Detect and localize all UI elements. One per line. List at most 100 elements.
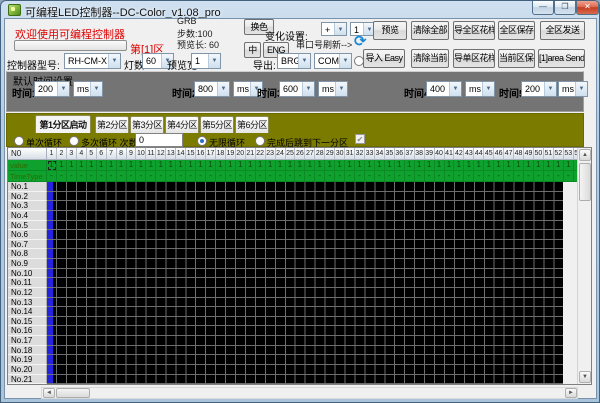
timetype-cell[interactable]: - — [444, 171, 455, 182]
export-allzone-pattern-button[interactable]: 导全区花样 — [453, 21, 495, 40]
horizontal-scroll-thumb[interactable] — [56, 388, 90, 398]
timetype-cell[interactable]: - — [126, 171, 137, 182]
timetype-cell[interactable]: - — [206, 171, 216, 182]
row-cells[interactable] — [53, 355, 563, 365]
value-cell[interactable]: 1 — [126, 160, 137, 171]
timetype-cell[interactable]: - — [325, 171, 336, 182]
time-value-select-5[interactable]: 200 ▼ — [521, 81, 557, 97]
timetype-cell[interactable]: - — [464, 171, 475, 182]
value-cell[interactable]: 1 — [136, 160, 147, 171]
row-cells[interactable] — [53, 239, 563, 250]
timetype-cell[interactable]: - — [365, 171, 375, 182]
tab-partition-3[interactable]: 第3分区 — [130, 116, 164, 133]
timetype-cell[interactable]: - — [514, 171, 524, 182]
area-send-button[interactable]: [1]area Send — [538, 49, 585, 68]
timetype-cell[interactable]: - — [96, 171, 107, 182]
value-cell[interactable]: 1 — [374, 160, 385, 171]
value-cell[interactable]: 1 — [355, 160, 365, 171]
value-cell[interactable]: 1 — [106, 160, 117, 171]
tab-partition-5[interactable]: 第5分区 — [200, 116, 234, 133]
value-cell[interactable]: 1 — [494, 160, 505, 171]
close-button[interactable]: ✕ — [576, 1, 599, 15]
row-cells[interactable] — [53, 345, 563, 356]
value-cell[interactable]: 1 — [394, 160, 405, 171]
radio-infinite[interactable] — [197, 136, 207, 146]
row-cells[interactable] — [53, 230, 563, 240]
scroll-down-icon[interactable]: ▼ — [579, 371, 591, 383]
radio-single[interactable] — [14, 136, 24, 146]
timetype-cell[interactable]: - — [434, 171, 445, 182]
value-cell[interactable]: 1 — [285, 160, 296, 171]
value-cell[interactable]: 1 — [235, 160, 246, 171]
horizontal-scrollbar[interactable]: ◄ ► — [41, 387, 578, 399]
value-cell[interactable]: 1 — [66, 160, 77, 171]
export-zone-pattern-button[interactable]: 导单区花样 — [453, 49, 495, 68]
row-cells[interactable] — [53, 191, 563, 202]
value-cell[interactable]: 1 — [225, 160, 236, 171]
value-cell[interactable]: 1 — [424, 160, 435, 171]
timetype-cell[interactable]: - — [106, 171, 117, 182]
timetype-cell[interactable]: - — [404, 171, 415, 182]
value-cell[interactable]: 1 — [315, 160, 326, 171]
timetype-cell[interactable]: - — [504, 171, 515, 182]
timetype-cell[interactable]: - — [305, 171, 316, 182]
scroll-right-icon[interactable]: ► — [565, 388, 577, 398]
timetype-cell[interactable]: - — [384, 171, 395, 182]
value-cell[interactable]: 1 — [146, 160, 157, 171]
timetype-cell[interactable]: - — [553, 171, 564, 182]
tab-partition-1[interactable]: 第1分区启动 — [35, 115, 91, 133]
timetype-cell[interactable]: - — [285, 171, 296, 182]
value-cell[interactable]: 1 — [47, 160, 57, 171]
value-cell[interactable]: 1 — [335, 160, 346, 171]
timetype-cell[interactable]: - — [215, 171, 226, 182]
value-cell[interactable]: 1 — [444, 160, 455, 171]
row-cells[interactable] — [53, 307, 563, 317]
timetype-cell[interactable]: - — [186, 171, 197, 182]
time-unit-select-3[interactable]: ms ▼ — [318, 81, 348, 97]
scroll-left-icon[interactable]: ◄ — [43, 388, 55, 398]
radio-multi[interactable] — [69, 136, 79, 146]
value-cell[interactable]: 1 — [265, 160, 276, 171]
preview-button[interactable]: 预览 — [373, 21, 407, 40]
value-cell[interactable]: 1 — [543, 160, 554, 171]
row-cells[interactable] — [53, 326, 563, 336]
value-cell[interactable]: 1 — [504, 160, 515, 171]
timetype-cell[interactable]: - — [335, 171, 346, 182]
titlebar[interactable]: 可编程LED控制器--DC-Color_v1.08_pro — ❐ ✕ — [1, 1, 599, 19]
value-cell[interactable]: 1 — [454, 160, 465, 171]
timetype-cell[interactable]: - — [424, 171, 435, 182]
value-cell[interactable]: 1 — [514, 160, 524, 171]
timetype-cell[interactable]: - — [265, 171, 276, 182]
timetype-cell[interactable]: - — [146, 171, 157, 182]
value-cell[interactable]: 1 — [86, 160, 97, 171]
vertical-scrollbar[interactable]: ▲ ▼ — [577, 148, 591, 384]
value-cell[interactable]: 1 — [305, 160, 316, 171]
value-cell[interactable]: 1 — [245, 160, 256, 171]
time-value-select-3[interactable]: 600 ▼ — [279, 81, 315, 97]
timetype-cell[interactable]: - — [295, 171, 306, 182]
refresh-icon[interactable]: ⟳ — [354, 32, 367, 50]
option-checkbox[interactable]: ✔ — [355, 134, 365, 144]
value-cell[interactable]: 1 — [524, 160, 534, 171]
timetype-cell[interactable]: - — [543, 171, 554, 182]
row-cells[interactable] — [53, 336, 563, 346]
value-cell[interactable]: 1 — [464, 160, 475, 171]
export-select[interactable]: BRG ▼ — [277, 53, 311, 69]
timetype-cell[interactable]: - — [66, 171, 77, 182]
value-cell[interactable]: 1 — [76, 160, 87, 171]
value-cell[interactable]: 1 — [196, 160, 206, 171]
time-unit-select-1[interactable]: ms ▼ — [73, 81, 103, 97]
row-cells[interactable] — [53, 259, 563, 269]
timetype-cell[interactable]: - — [245, 171, 256, 182]
timetype-cell[interactable]: - — [255, 171, 266, 182]
change-mode-select[interactable]: + ▼ — [321, 22, 347, 36]
timetype-cell[interactable]: - — [494, 171, 505, 182]
row-cells[interactable] — [53, 220, 563, 231]
loop-count-input[interactable]: 0 — [135, 133, 183, 147]
row-cells[interactable] — [53, 316, 563, 327]
vertical-scroll-thumb[interactable] — [579, 163, 591, 201]
value-cell[interactable]: 1 — [186, 160, 197, 171]
timetype-cell[interactable]: - — [166, 171, 177, 182]
value-cell[interactable]: 1 — [484, 160, 495, 171]
controller-model-select[interactable]: RH-CM-X ▼ — [64, 53, 121, 69]
